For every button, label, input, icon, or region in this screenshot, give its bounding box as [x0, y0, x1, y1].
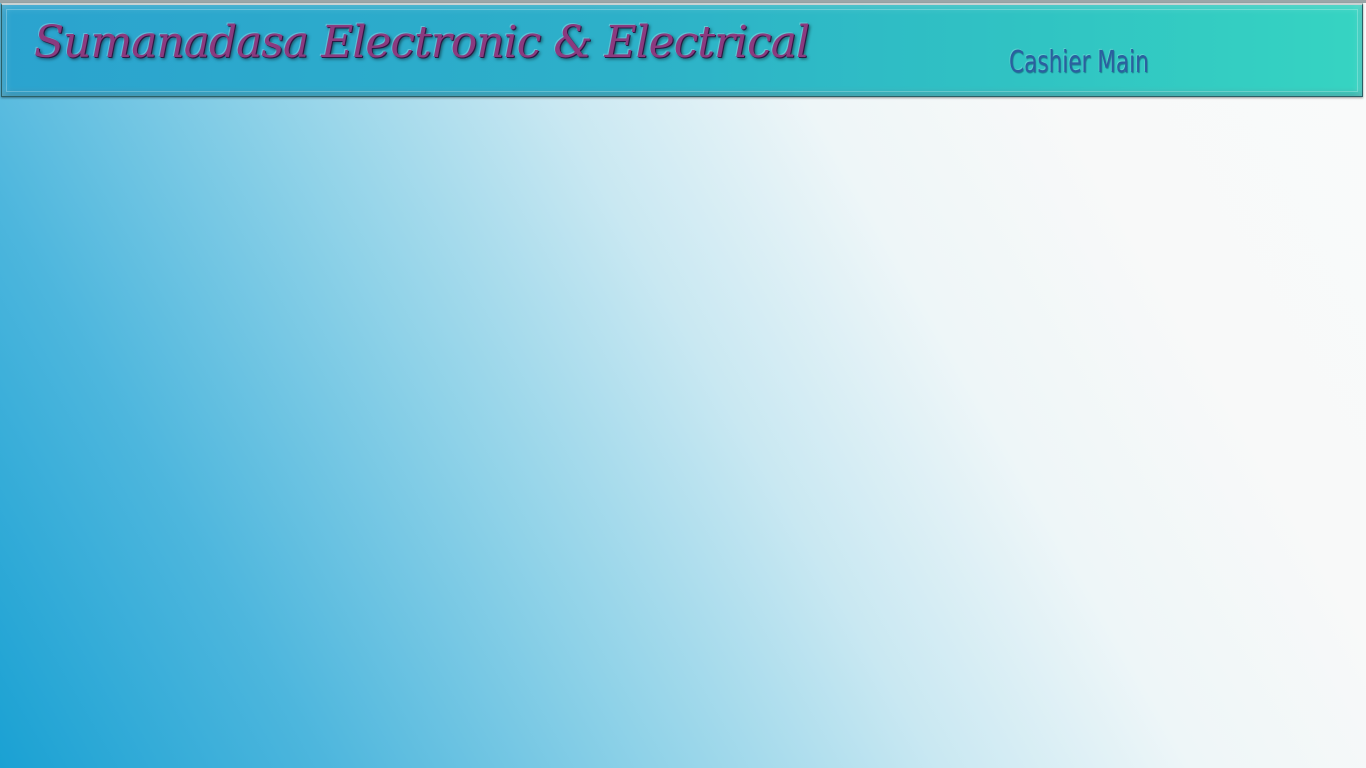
brand-title: Sumanadasa Electronic & Electrical: [34, 17, 810, 68]
screen-title: Cashier Main: [1009, 45, 1149, 80]
main-content-area: [0, 96, 1366, 768]
app-header: Sumanadasa Electronic & Electrical Cashi…: [1, 3, 1363, 97]
